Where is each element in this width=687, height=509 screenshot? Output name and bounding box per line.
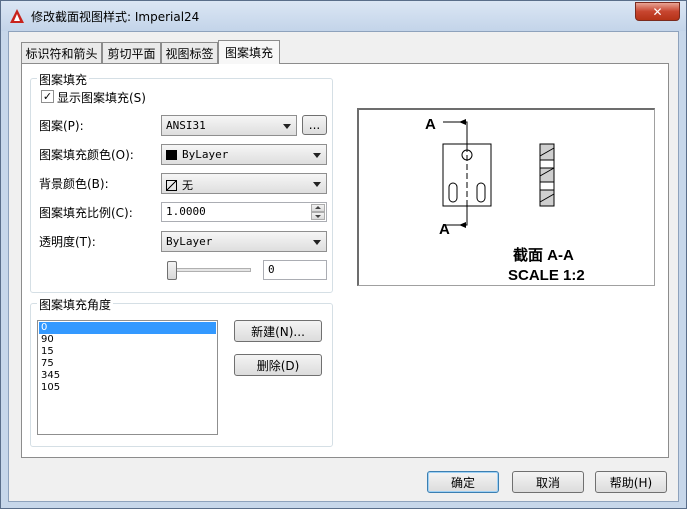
title-bar[interactable]: 修改截面视图样式: Imperial24 ✕	[1, 1, 686, 31]
checkmark-icon: ✓	[42, 90, 53, 103]
no-fill-icon	[166, 179, 177, 191]
help-button[interactable]: 帮助(H)	[595, 471, 667, 493]
hatch-angle-group: 图案填充角度 0 90 15 75 345 105 新建(N)... 删除(D)	[30, 296, 333, 447]
hatch-color-label: 图案填充颜色(O):	[39, 148, 134, 162]
spin-up-icon[interactable]	[311, 204, 325, 212]
pattern-label: 图案(P):	[39, 119, 84, 133]
dialog-client-area: 标识符和箭头 剪切平面 视图标签 图案填充 图案填充 ✓ 显示图案填充(S) 图…	[8, 31, 679, 502]
background-color-value: 无	[182, 179, 193, 192]
transparency-combo[interactable]: ByLayer	[161, 231, 327, 252]
list-item[interactable]: 0	[39, 322, 216, 334]
tab-label: 图案填充	[224, 46, 273, 60]
list-item[interactable]: 345	[39, 370, 216, 382]
marker-top: A	[425, 116, 436, 133]
transparency-value: ByLayer	[166, 235, 213, 248]
marker-bottom: A	[439, 221, 450, 238]
chevron-down-icon	[283, 124, 291, 129]
hatch-color-value: ByLayer	[182, 148, 229, 161]
hatch-group-title: 图案填充	[37, 71, 90, 88]
tab-hatch[interactable]: 图案填充	[218, 40, 280, 64]
tab-identifiers-arrows[interactable]: 标识符和箭头	[21, 42, 102, 63]
background-color-combo[interactable]: 无	[161, 173, 327, 194]
pattern-browse-button[interactable]: ...	[302, 115, 327, 135]
hatch-angle-list[interactable]: 0 90 15 75 345 105	[37, 320, 218, 435]
tab-view-label[interactable]: 视图标签	[161, 42, 218, 63]
hatch-color-combo[interactable]: ByLayer	[161, 144, 327, 165]
arrow-bottom-icon	[459, 222, 466, 228]
arrow-top-icon	[459, 119, 466, 125]
ok-button[interactable]: 确定	[427, 471, 499, 493]
caption-line-1: 截面 A-A	[513, 246, 574, 264]
new-angle-button[interactable]: 新建(N)...	[234, 320, 322, 342]
pattern-combo[interactable]: ANSI31	[161, 115, 297, 136]
hatch-tab-panel: 图案填充 ✓ 显示图案填充(S) 图案(P): ANSI31 ... 图案填充颜…	[21, 63, 669, 458]
delete-angle-button[interactable]: 删除(D)	[234, 354, 322, 376]
color-swatch-icon	[166, 149, 177, 160]
background-color-label: 背景颜色(B):	[39, 177, 109, 191]
tab-label: 剪切平面	[107, 46, 156, 61]
section-cut	[539, 143, 555, 207]
caption-line-2: SCALE 1:2	[508, 267, 585, 284]
transparency-slider-track[interactable]	[169, 268, 251, 272]
window-title: 修改截面视图样式: Imperial24	[31, 10, 200, 24]
hatch-angle-group-title: 图案填充角度	[37, 296, 114, 313]
chevron-down-icon	[313, 182, 321, 187]
hatch-scale-label: 图案填充比例(C):	[39, 206, 133, 220]
tab-cutting-plane[interactable]: 剪切平面	[102, 42, 161, 63]
chevron-down-icon	[313, 153, 321, 158]
list-item[interactable]: 90	[39, 334, 216, 346]
section-view-preview: A A 截面 A-A SCALE 1:2	[357, 108, 655, 286]
transparency-slider-thumb[interactable]	[167, 261, 177, 280]
show-hatch-checkbox[interactable]: ✓	[41, 90, 54, 103]
spin-down-icon[interactable]	[311, 212, 325, 220]
hatch-group: 图案填充 ✓ 显示图案填充(S) 图案(P): ANSI31 ... 图案填充颜…	[30, 71, 333, 293]
show-hatch-label: 显示图案填充(S)	[57, 91, 146, 105]
chevron-down-icon	[313, 240, 321, 245]
list-item[interactable]: 105	[39, 382, 216, 394]
transparency-slider-value: 0	[268, 263, 275, 276]
tab-label: 视图标签	[165, 46, 214, 61]
tab-label: 标识符和箭头	[25, 46, 98, 61]
close-icon: ✕	[652, 4, 663, 19]
autocad-app-icon	[10, 9, 24, 23]
transparency-value-input[interactable]: 0	[263, 260, 327, 280]
cutting-plane-line	[443, 121, 468, 226]
list-item[interactable]: 75	[39, 358, 216, 370]
list-item[interactable]: 15	[39, 346, 216, 358]
transparency-label: 透明度(T):	[39, 235, 96, 249]
dialog-window: 修改截面视图样式: Imperial24 ✕ 标识符和箭头 剪切平面 视图标签 …	[0, 0, 687, 509]
hatch-scale-input[interactable]: 1.0000	[161, 202, 327, 222]
hatch-scale-value: 1.0000	[166, 205, 206, 218]
cancel-button[interactable]: 取消	[512, 471, 584, 493]
section-drawing: A A 截面 A-A SCALE 1:2	[425, 116, 585, 284]
close-button[interactable]: ✕	[635, 2, 680, 21]
pattern-value: ANSI31	[166, 119, 206, 132]
